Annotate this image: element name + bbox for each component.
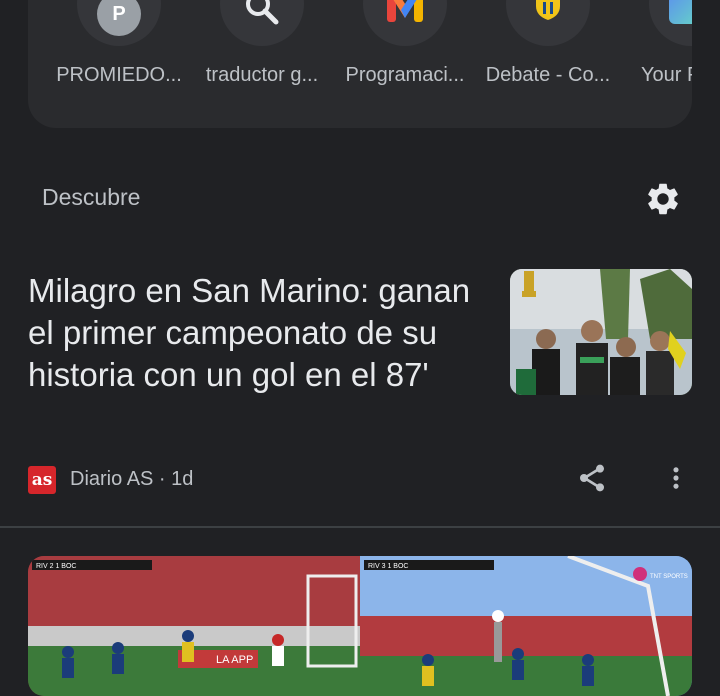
celebration-photo	[510, 269, 692, 395]
shortcut-icon-container	[506, 0, 590, 46]
banner-text: LA APP	[216, 654, 253, 666]
discover-title: Descubre	[42, 184, 141, 210]
lpf-shield-icon	[536, 0, 560, 20]
source-logo: as	[28, 466, 56, 494]
shortcut-icon-container	[220, 0, 304, 46]
share-icon[interactable]	[576, 462, 608, 494]
right-score-text: RIV 3 1 BOC	[368, 563, 408, 570]
shortcut-label: PROMIEDO...	[56, 64, 182, 86]
match-video-thumbnail: RIV 2 1 BOC LA APP RIV 3 1 BOC TNT SPORT…	[28, 556, 692, 696]
m-logo-icon	[387, 0, 423, 22]
shortcut-programacion[interactable]: Programaci...	[335, 0, 475, 86]
shortcut-label: Your P	[641, 64, 692, 86]
shortcut-icon-container	[649, 0, 692, 46]
video-card[interactable]: RIV 2 1 BOC LA APP RIV 3 1 BOC TNT SPORT…	[28, 556, 692, 696]
gear-icon[interactable]	[644, 180, 682, 218]
article-thumbnail[interactable]	[510, 269, 692, 395]
shortcut-traductor[interactable]: traductor g...	[192, 0, 332, 86]
app-icon	[669, 0, 692, 24]
shortcut-promiedos[interactable]: P PROMIEDO...	[49, 0, 189, 86]
shortcuts-card: P PROMIEDO... traductor g... Programaci.…	[28, 0, 692, 128]
shortcut-label: Programaci...	[345, 64, 465, 86]
shortcut-icon-container: P	[77, 0, 161, 46]
search-icon	[246, 0, 279, 25]
shortcut-label: traductor g...	[205, 64, 319, 86]
tnt-logo-text: TNT SPORTS	[650, 574, 688, 580]
shortcut-debate[interactable]: Debate - Co...	[478, 0, 618, 86]
divider	[0, 526, 720, 528]
shortcut-label: Debate - Co...	[485, 64, 611, 86]
source-and-time: Diario AS · 1d	[70, 468, 194, 490]
shortcut-your-p[interactable]: Your P	[621, 0, 692, 86]
shortcut-icon-container	[363, 0, 447, 46]
more-vert-icon[interactable]	[662, 462, 690, 494]
p-letter-icon: P	[97, 0, 141, 36]
article-headline[interactable]: Milagro en San Marino: ganan el primer c…	[28, 270, 488, 396]
left-score-text: RIV 2 1 BOC	[36, 563, 76, 570]
